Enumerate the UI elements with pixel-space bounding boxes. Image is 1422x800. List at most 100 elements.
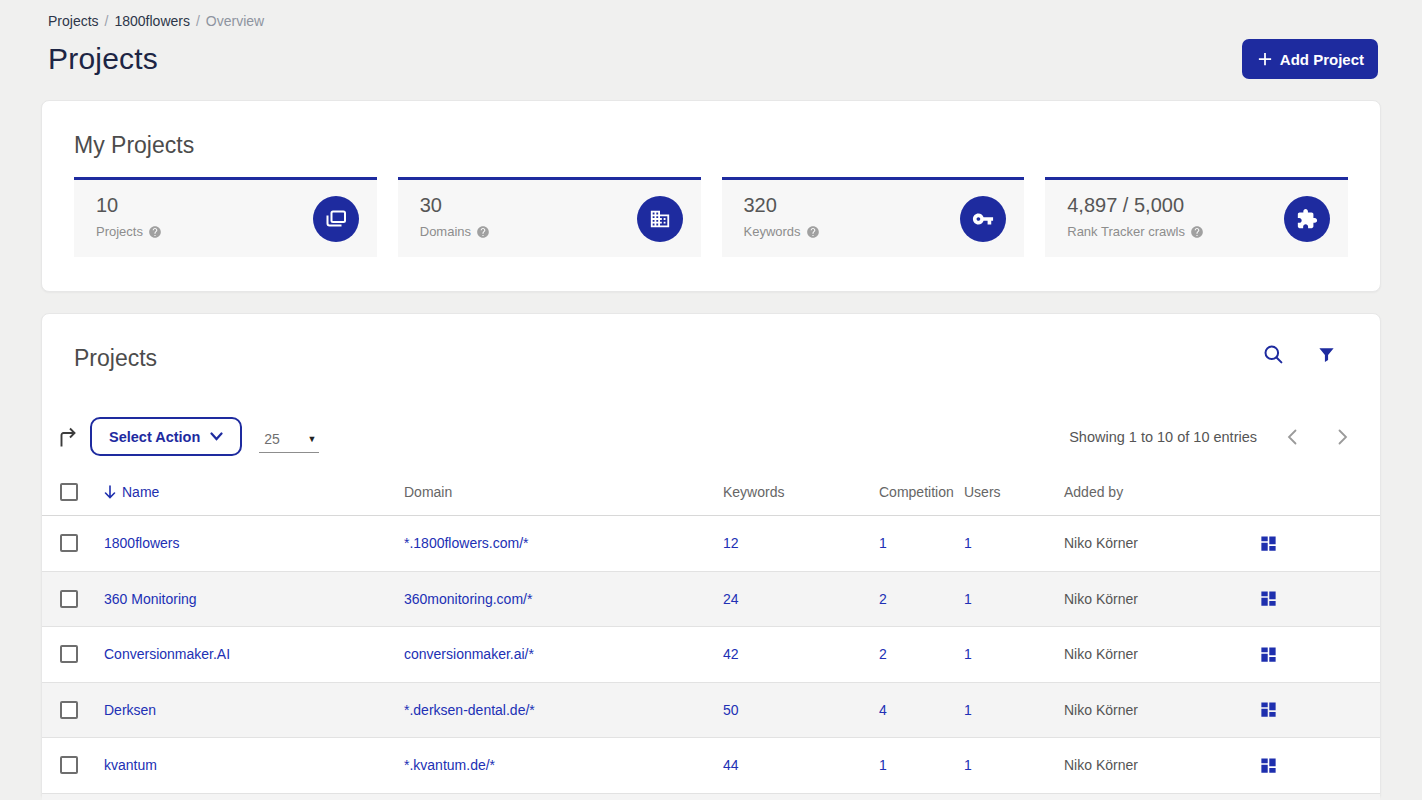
select-action-dropdown[interactable]: Select Action (90, 417, 242, 456)
table-row: 1800flowers *.1800flowers.com/* 12 1 1 N… (42, 515, 1380, 571)
table-body: 1800flowers *.1800flowers.com/* 12 1 1 N… (42, 515, 1380, 793)
row-checkbox[interactable] (60, 534, 78, 552)
select-all-checkbox[interactable] (60, 483, 78, 501)
project-users-link[interactable]: 1 (964, 757, 972, 773)
key-icon (960, 196, 1006, 242)
dashboard-button[interactable] (1259, 589, 1278, 608)
table-header-row: Name Domain Keywords Competition Users A… (42, 469, 1380, 515)
dashboard-grid-icon (1259, 534, 1278, 553)
row-checkbox[interactable] (60, 701, 78, 719)
project-competition-link[interactable]: 2 (879, 591, 887, 607)
building-icon (637, 196, 683, 242)
project-keywords-link[interactable]: 50 (723, 702, 739, 718)
stat-tiles: 10 Projects 30 Domains (74, 177, 1348, 257)
column-header-domain[interactable]: Domain (404, 484, 723, 500)
dashboard-button[interactable] (1259, 756, 1278, 775)
project-name-link[interactable]: 360 Monitoring (104, 591, 197, 607)
project-name-link[interactable]: Derksen (104, 702, 156, 718)
projects-copy-icon (313, 196, 359, 242)
my-projects-card: My Projects 10 Projects 30 Domains (41, 100, 1381, 292)
projects-table: Name Domain Keywords Competition Users A… (42, 469, 1380, 800)
project-users-link[interactable]: 1 (964, 535, 972, 551)
breadcrumb: Projects/1800flowers/Overview (41, 0, 1381, 29)
help-icon[interactable] (148, 225, 162, 239)
project-users-link[interactable]: 1 (964, 591, 972, 607)
page-size-select[interactable]: 25 ▼ (259, 431, 319, 453)
project-domain-link[interactable]: conversionmaker.ai/* (404, 646, 534, 662)
dashboard-grid-icon (1259, 589, 1278, 608)
table-row: Conversionmaker.AI conversionmaker.ai/* … (42, 626, 1380, 682)
stat-tile-keywords: 320 Keywords (722, 177, 1025, 257)
stat-label: Rank Tracker crawls (1067, 224, 1185, 239)
stat-tile-domains: 30 Domains (398, 177, 701, 257)
project-competition-link[interactable]: 2 (879, 646, 887, 662)
project-competition-link[interactable]: 4 (879, 702, 887, 718)
project-keywords-link[interactable]: 12 (723, 535, 739, 551)
project-competition-link[interactable]: 1 (879, 535, 887, 551)
breadcrumb-1800flowers[interactable]: 1800flowers (114, 13, 190, 29)
chevron-down-icon (210, 432, 223, 441)
row-checkbox[interactable] (60, 645, 78, 663)
column-header-added-by[interactable]: Added by (1064, 484, 1263, 500)
row-checkbox[interactable] (60, 590, 78, 608)
project-users-link[interactable]: 1 (964, 702, 972, 718)
dashboard-grid-icon (1259, 645, 1278, 664)
project-domain-link[interactable]: *.kvantum.de/* (404, 757, 495, 773)
dashboard-button[interactable] (1259, 534, 1278, 553)
column-header-name[interactable]: Name (104, 484, 404, 500)
plus-icon (1258, 52, 1272, 66)
dashboard-button[interactable] (1259, 645, 1278, 664)
search-icon (1263, 344, 1284, 365)
row-checkbox[interactable] (60, 756, 78, 774)
filter-button[interactable] (1317, 345, 1336, 364)
table-row: 360 Monitoring 360monitoring.com/* 24 2 … (42, 571, 1380, 627)
table-toolbar: Select Action 25 ▼ Showing 1 to 10 of 10… (42, 417, 1380, 456)
project-competition-link[interactable]: 1 (879, 757, 887, 773)
table-row: Derksen *.derksen-dental.de/* 50 4 1 Nik… (42, 682, 1380, 738)
project-keywords-link[interactable]: 24 (723, 591, 739, 607)
project-name-link[interactable]: Conversionmaker.AI (104, 646, 230, 662)
breadcrumb-separator: / (196, 13, 200, 29)
column-header-users[interactable]: Users (964, 484, 1064, 500)
add-project-button[interactable]: Add Project (1242, 39, 1378, 79)
project-domain-link[interactable]: 360monitoring.com/* (404, 591, 532, 607)
stat-tile-rank-tracker: 4,897 / 5,000 Rank Tracker crawls (1045, 177, 1348, 257)
stat-label: Domains (420, 224, 471, 239)
project-added-by: Niko Körner (1064, 591, 1263, 607)
project-keywords-link[interactable]: 42 (723, 646, 739, 662)
stat-tile-projects: 10 Projects (74, 177, 377, 257)
project-users-link[interactable]: 1 (964, 646, 972, 662)
project-keywords-link[interactable]: 44 (723, 757, 739, 773)
project-domain-link[interactable]: *.1800flowers.com/* (404, 535, 529, 551)
column-header-keywords[interactable]: Keywords (723, 484, 879, 500)
project-name-link[interactable]: 1800flowers (104, 535, 180, 551)
filter-icon (1317, 345, 1336, 364)
project-domain-link[interactable]: *.derksen-dental.de/* (404, 702, 535, 718)
projects-card-title: Projects (74, 344, 157, 372)
showing-entries-text: Showing 1 to 10 of 10 entries (1069, 429, 1257, 445)
pagination (1287, 429, 1348, 445)
dashboard-button[interactable] (1259, 700, 1278, 719)
sort-down-icon (104, 485, 116, 499)
help-icon[interactable] (1190, 225, 1204, 239)
next-page-button[interactable] (1338, 429, 1348, 445)
stat-label: Projects (96, 224, 143, 239)
partial-next-row (42, 793, 1380, 800)
column-header-competition[interactable]: Competition (879, 484, 964, 500)
page: Projects/1800flowers/Overview Projects A… (0, 0, 1422, 800)
help-icon[interactable] (476, 225, 490, 239)
dashboard-grid-icon (1259, 756, 1278, 775)
breadcrumb-projects[interactable]: Projects (48, 13, 99, 29)
export-button[interactable] (59, 427, 78, 447)
export-arrow-icon (59, 427, 78, 447)
chevron-right-icon (1338, 429, 1348, 445)
select-arrow-icon: ▼ (307, 434, 316, 444)
breadcrumb-separator: / (105, 13, 109, 29)
search-button[interactable] (1263, 344, 1284, 365)
project-added-by: Niko Körner (1064, 757, 1263, 773)
project-name-link[interactable]: kvantum (104, 757, 157, 773)
chevron-left-icon (1287, 429, 1297, 445)
previous-page-button[interactable] (1287, 429, 1297, 445)
title-row: Projects Add Project (41, 29, 1381, 79)
help-icon[interactable] (806, 225, 820, 239)
